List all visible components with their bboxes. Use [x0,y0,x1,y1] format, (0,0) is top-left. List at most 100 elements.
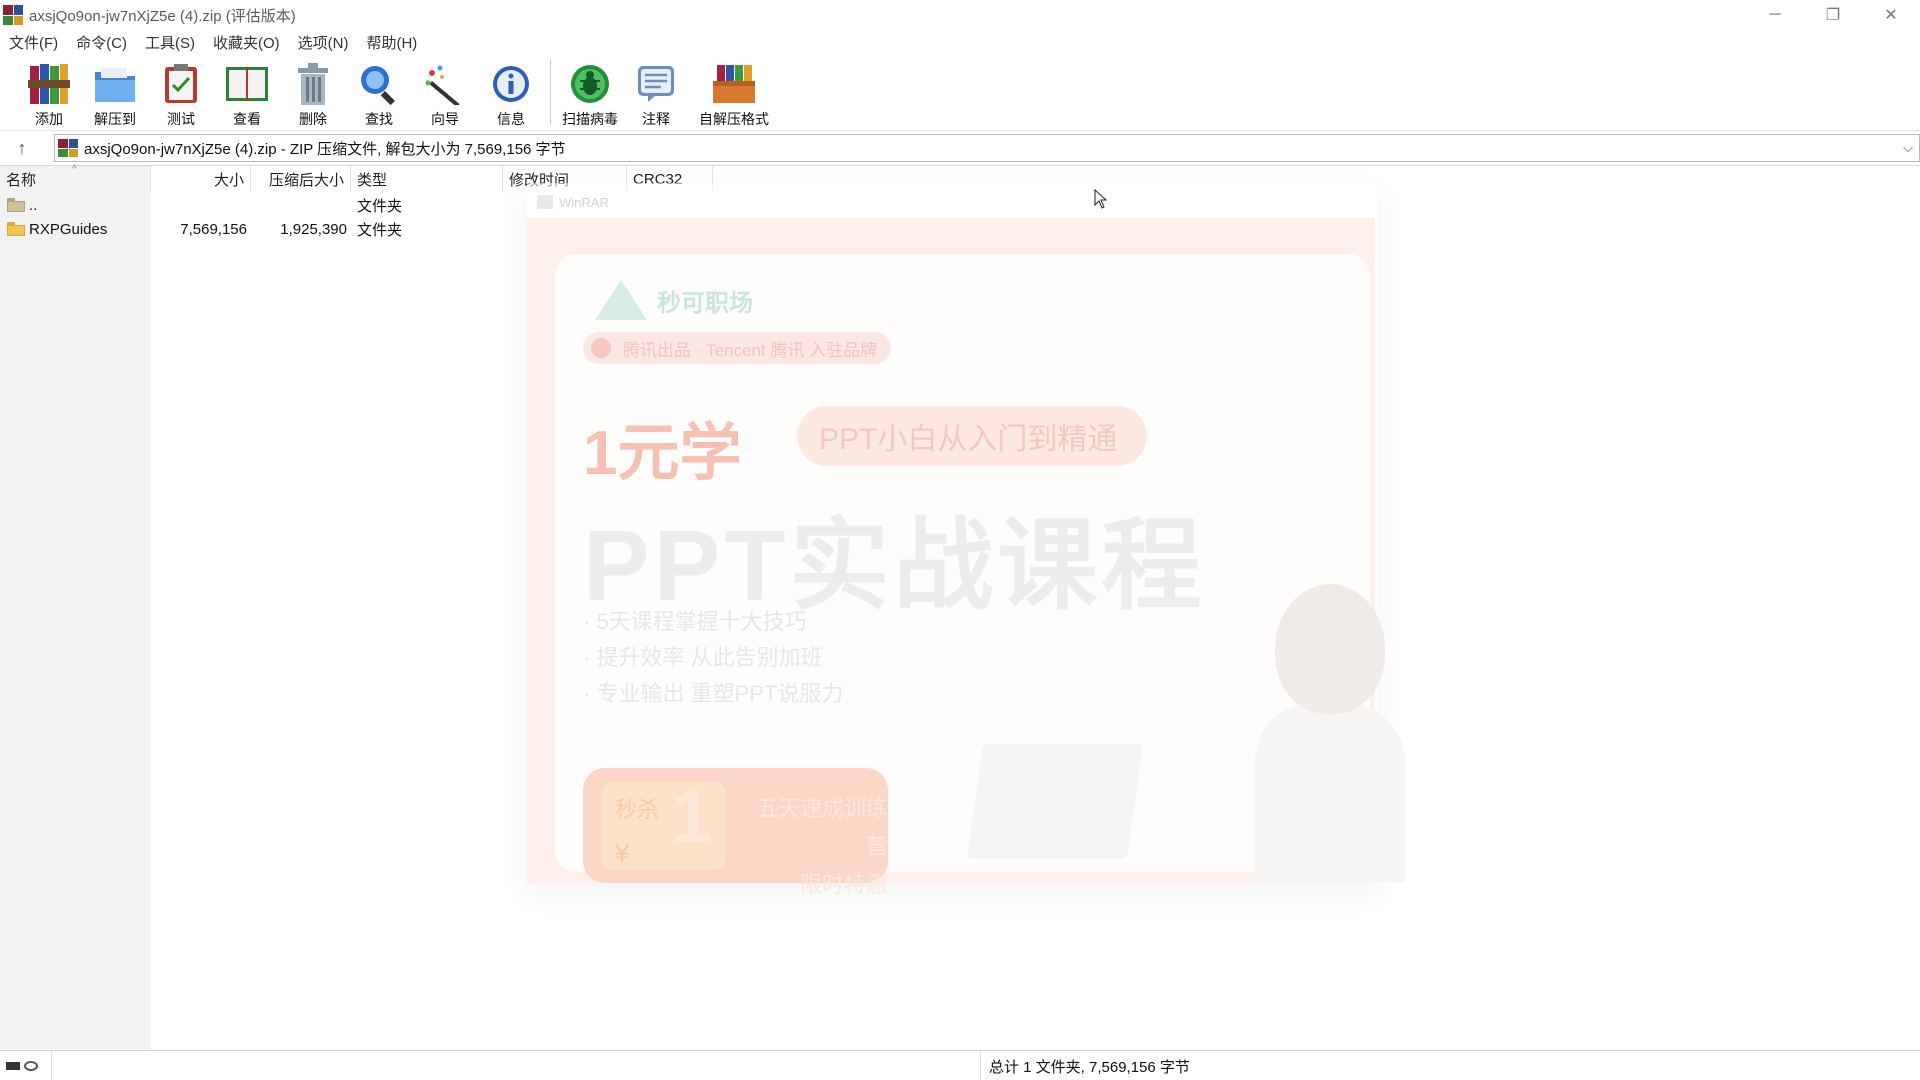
ad-bullet: · 5天课程掌握十大技巧 [583,609,807,634]
address-text: axsjQo9on-jw7nXjZ5e (4).zip - ZIP 压缩文件, … [84,140,566,158]
ad-bullet: · 提升效率 从此告别加班 [583,645,823,670]
chevron-down-icon[interactable]: ⌵ [1903,140,1913,156]
ad-brand: 秒可职场 [595,280,753,320]
ad-brand-name: 秒可职场 [657,289,753,317]
winrar-small-icon [537,195,553,209]
minimize-button[interactable]: ─ [1746,0,1804,30]
row-packed: 1,925,390 [280,220,347,238]
presenter-image [1255,584,1405,882]
ad-header: WinRAR [527,191,609,213]
ad-cta-line2: 限时特惠 [799,872,888,897]
column-header-type[interactable]: 类型 [351,166,503,192]
row-name: RXPGuides [29,220,108,238]
address-bar[interactable]: axsjQo9on-jw7nXjZ5e (4).zip - ZIP 压缩文件, … [54,134,1920,162]
view-label: 查看 [233,111,261,127]
ad-bullets: · 5天课程掌握十大技巧 · 提升效率 从此告别加班 · 专业输出 重塑PPT说… [583,604,843,712]
ad-bullet: · 专业输出 重塑PPT说服力 [583,681,844,706]
close-button[interactable]: ✕ [1862,0,1920,30]
name-column-background [0,166,151,1049]
menu-options[interactable]: 选项(N) [298,32,349,53]
status-summary: 总计 1 文件夹, 7,569,156 字节 [980,1051,1190,1080]
up-arrow-icon[interactable]: ↑ [0,133,44,163]
address-row: ↑ axsjQo9on-jw7nXjZ5e (4).zip - ZIP 压缩文件… [0,133,1920,163]
delete-label: 删除 [299,111,327,127]
delete-button[interactable]: 删除 [280,55,346,129]
comment-button[interactable]: 注释 [623,55,689,129]
brand-logo-icon [595,280,647,320]
ad-subtitle: PPT小白从入门到精通 [797,406,1147,466]
extract-to-label: 解压到 [94,111,136,127]
row-type: 文件夹 [357,221,403,239]
comment-label: 注释 [642,111,670,127]
ad-header-title: WinRAR [559,194,609,210]
find-label: 查找 [365,111,393,127]
ad-inner-panel: 秒可职场 腾讯出品 · Tencent 腾讯 入驻品牌 1元学 PPT小白从入门… [555,254,1405,897]
wizard-button[interactable]: 向导 [412,55,478,129]
folder-icon [7,222,25,236]
sfx-box-icon [711,61,757,106]
menu-favorites[interactable]: 收藏夹(O) [213,32,280,53]
menu-help[interactable]: 帮助(H) [366,32,417,53]
archive-books-icon [26,61,72,106]
view-button[interactable]: 查看 [214,55,280,129]
info-label: 信息 [497,111,525,127]
menu-command[interactable]: 命令(C) [76,32,127,53]
ad-pill-text: 腾讯出品 · Tencent 腾讯 入驻品牌 [623,340,878,360]
title-bar: axsjQo9on-jw7nXjZ5e (4).zip (评估版本) ─ ❐ ✕ [0,0,1920,30]
extract-to-button[interactable]: 解压到 [82,55,148,129]
tencent-icon [591,338,611,358]
info-button[interactable]: 信息 [478,55,544,129]
row-size [151,193,247,217]
key-icon[interactable] [24,1060,38,1071]
menu-file[interactable]: 文件(F) [9,32,58,53]
row-type: 文件夹 [357,197,403,215]
folder-extract-icon [92,61,138,106]
archive-icon [58,139,78,157]
row-name-cell: RXPGuides [7,217,107,241]
find-button[interactable]: 查找 [346,55,412,129]
restore-button[interactable]: ❐ [1804,0,1862,30]
column-header-name[interactable]: 名称 ^ [0,164,151,192]
ad-cta-button[interactable]: 秒杀 ¥ 1 五天速成训练营 限时特惠 [583,768,888,897]
add-label: 添加 [35,111,63,127]
status-bar: 总计 1 文件夹, 7,569,156 字节 [0,1050,1920,1080]
ad-card[interactable]: 秒可职场 腾讯出品 · Tencent 腾讯 入驻品牌 1元学 PPT小白从入门… [527,218,1405,897]
row-packed [251,193,347,217]
status-icons [0,1050,52,1080]
open-book-icon [224,61,270,106]
column-header-name-label: 名称 [6,171,37,189]
column-header-packed[interactable]: 压缩后大小 [251,166,351,192]
column-header-size-label: 大小 [213,171,244,189]
add-button[interactable]: 添加 [16,55,82,129]
sfx-button[interactable]: 自解压格式 [689,55,779,129]
ad-cta-line1: 五天速成训练营 [755,796,888,859]
ad-popup[interactable]: WinRAR 秒可职场 腾讯出品 · Tencent 腾讯 入驻品牌 1元学 P… [527,183,1405,897]
column-header-size[interactable]: 大小 [151,166,251,192]
sfx-label: 自解压格式 [699,111,769,127]
window-controls: ─ ❐ ✕ [1746,0,1920,30]
ad-cta-text: 五天速成训练营 限时特惠 [755,790,888,904]
drive-icon[interactable] [6,1061,20,1070]
trash-can-icon [290,61,336,106]
comment-note-icon [633,61,679,106]
menu-bar: 文件(F) 命令(C) 工具(S) 收藏夹(O) 选项(N) 帮助(H) [0,30,1920,54]
toolbar: 添加 解压到 测试 查看 删除 查找 向导 信息 扫描病毒 注释 自解压格式 [0,55,1920,131]
toolbar-separator [550,59,551,125]
ad-cta-amount: 1 [671,775,713,858]
test-label: 测试 [167,111,195,127]
clipboard-check-icon [158,61,204,106]
ad-price: 1元学 [583,419,742,488]
window-title: axsjQo9on-jw7nXjZ5e (4).zip (评估版本) [29,7,296,25]
virus-scan-button[interactable]: 扫描病毒 [557,55,623,129]
info-icon [488,61,534,106]
winrar-app-icon[interactable] [3,5,23,25]
mouse-cursor-icon [1094,189,1108,209]
row-name-cell: .. [7,193,37,217]
test-button[interactable]: 测试 [148,55,214,129]
column-header-type-label: 类型 [357,171,388,189]
column-header-packed-label: 压缩后大小 [268,171,344,189]
sort-up-icon: ^ [72,164,77,175]
magic-wand-icon [422,61,468,106]
wizard-label: 向导 [431,111,459,127]
menu-tools[interactable]: 工具(S) [145,32,195,53]
